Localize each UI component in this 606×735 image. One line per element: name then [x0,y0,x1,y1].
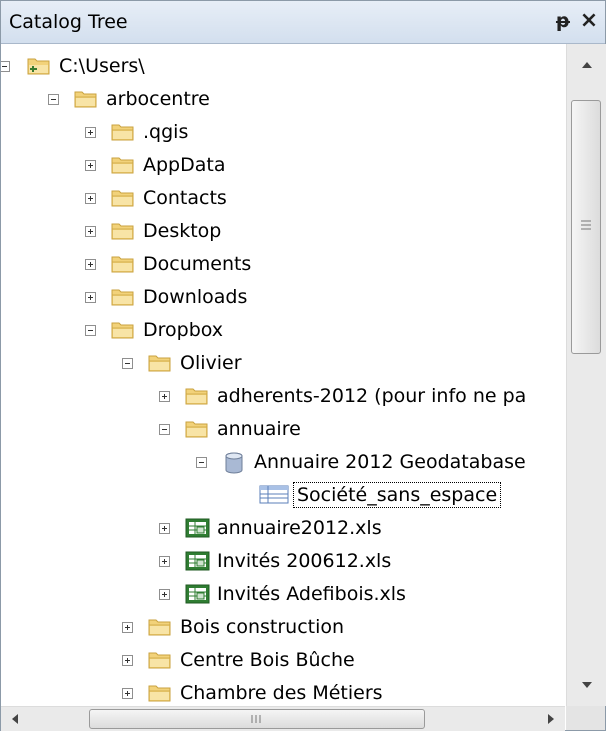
close-icon[interactable]: × [577,9,601,33]
tree-node[interactable]: Contacts [1,182,565,215]
tree-node[interactable]: Olivier [1,347,565,380]
pin-icon[interactable]: ᵽ [553,9,573,33]
tree-node-label: Chambre des Métiers [180,682,383,704]
tree-node-label: Olivier [180,352,242,374]
expand-icon[interactable] [122,688,133,699]
tree-node-label: annuaire [217,418,301,440]
folder-icon [148,649,172,675]
tree-node[interactable]: C:\Users\ [1,50,565,83]
folder-icon [111,253,135,279]
tree-node-label: Downloads [143,286,248,308]
tree-node-label: Bois construction [180,616,345,638]
expand-icon[interactable] [159,391,170,402]
collapse-icon[interactable] [1,61,10,72]
tree-node-label: Contacts [143,187,227,209]
collapse-icon[interactable] [159,424,170,435]
folder-connection-icon [27,55,51,81]
tree-node[interactable]: Dropbox [1,314,565,347]
folder-icon [111,187,135,213]
folder-icon [185,418,209,444]
expand-icon[interactable] [85,259,96,270]
tree-node-label: annuaire2012.xls [217,517,382,539]
tree-node[interactable]: Annuaire 2012 Geodatabase [1,446,565,479]
tree-node-label: Annuaire 2012 Geodatabase [254,451,526,473]
window-title: Catalog Tree [9,11,128,33]
expand-icon[interactable] [122,655,133,666]
tree-node-label: Documents [143,253,252,275]
tree-node-label: Centre Bois Bûche [180,649,355,671]
collapse-icon[interactable] [122,358,133,369]
horizontal-scrollbar[interactable] [1,706,565,731]
folder-icon [111,319,135,345]
tree-node-label: Société_sans_espace [293,482,502,508]
tree-node-label: arbocentre [106,88,210,110]
folder-icon [148,352,172,378]
tree-node[interactable]: Documents [1,248,565,281]
tree-node[interactable]: Invités Adefibois.xls [1,578,565,611]
tree-node[interactable]: Bois construction [1,611,565,644]
geodatabase-icon [222,451,246,479]
scroll-down-arrow-icon[interactable] [567,666,606,706]
scrollbar-corner [566,706,605,730]
tree-node[interactable]: Centre Bois Bûche [1,644,565,677]
tree-node-label: C:\Users\ [59,55,145,77]
tree-node-label: adherents-2012 (pour info ne pa [217,385,527,407]
expand-icon[interactable] [85,292,96,303]
tree-node-label: Invités 200612.xls [217,550,392,572]
scroll-right-arrow-icon[interactable] [535,707,565,731]
tree-node[interactable]: Desktop [1,215,565,248]
tree-node[interactable]: Downloads [1,281,565,314]
excel-file-icon [185,583,211,609]
collapse-icon[interactable] [196,457,207,468]
tree-node-label: AppData [143,154,226,176]
expand-icon[interactable] [159,556,170,567]
catalog-tree-window: Catalog Tree ᵽ × C:\Users\ arbocentre .qgi… [0,0,606,731]
tree-node[interactable]: annuaire [1,413,565,446]
title-bar[interactable]: Catalog Tree ᵽ × [1,1,605,44]
collapse-icon[interactable] [48,94,59,105]
folder-icon [111,220,135,246]
table-icon [259,484,289,510]
expand-icon[interactable] [85,193,96,204]
expand-icon[interactable] [85,127,96,138]
catalog-tree: C:\Users\ arbocentre .qgis AppData Contacts D… [1,44,565,706]
horizontal-scroll-thumb[interactable] [89,709,425,729]
tree-node[interactable]: Invités 200612.xls [1,545,565,578]
scroll-up-arrow-icon[interactable] [567,44,606,84]
tree-node[interactable]: AppData [1,149,565,182]
tree-node[interactable]: arbocentre [1,83,565,116]
expand-icon[interactable] [85,226,96,237]
expand-icon[interactable] [159,523,170,534]
tree-node-label: .qgis [143,121,189,143]
tree-node-label: Desktop [143,220,222,242]
folder-icon [74,88,98,114]
tree-node[interactable]: adherents-2012 (pour info ne pa [1,380,565,413]
scroll-left-arrow-icon[interactable] [1,707,31,731]
excel-file-icon [185,517,211,543]
folder-icon [185,385,209,411]
tree-node[interactable]: .qgis [1,116,565,149]
folder-icon [111,286,135,312]
folder-icon [148,682,172,706]
expand-icon[interactable] [122,622,133,633]
folder-icon [148,616,172,642]
vertical-scroll-thumb[interactable] [571,100,601,354]
vertical-scrollbar[interactable] [566,44,606,706]
excel-file-icon [185,550,211,576]
folder-icon [111,121,135,147]
tree-node-label: Dropbox [143,319,224,341]
tree-node[interactable]: annuaire2012.xls [1,512,565,545]
tree-node-label: Invités Adefibois.xls [217,583,406,605]
tree-node[interactable]: Société_sans_espace [1,479,565,512]
collapse-icon[interactable] [85,325,96,336]
expand-icon[interactable] [159,589,170,600]
folder-icon [111,154,135,180]
expand-icon[interactable] [85,160,96,171]
tree-node[interactable]: Chambre des Métiers [1,677,565,706]
